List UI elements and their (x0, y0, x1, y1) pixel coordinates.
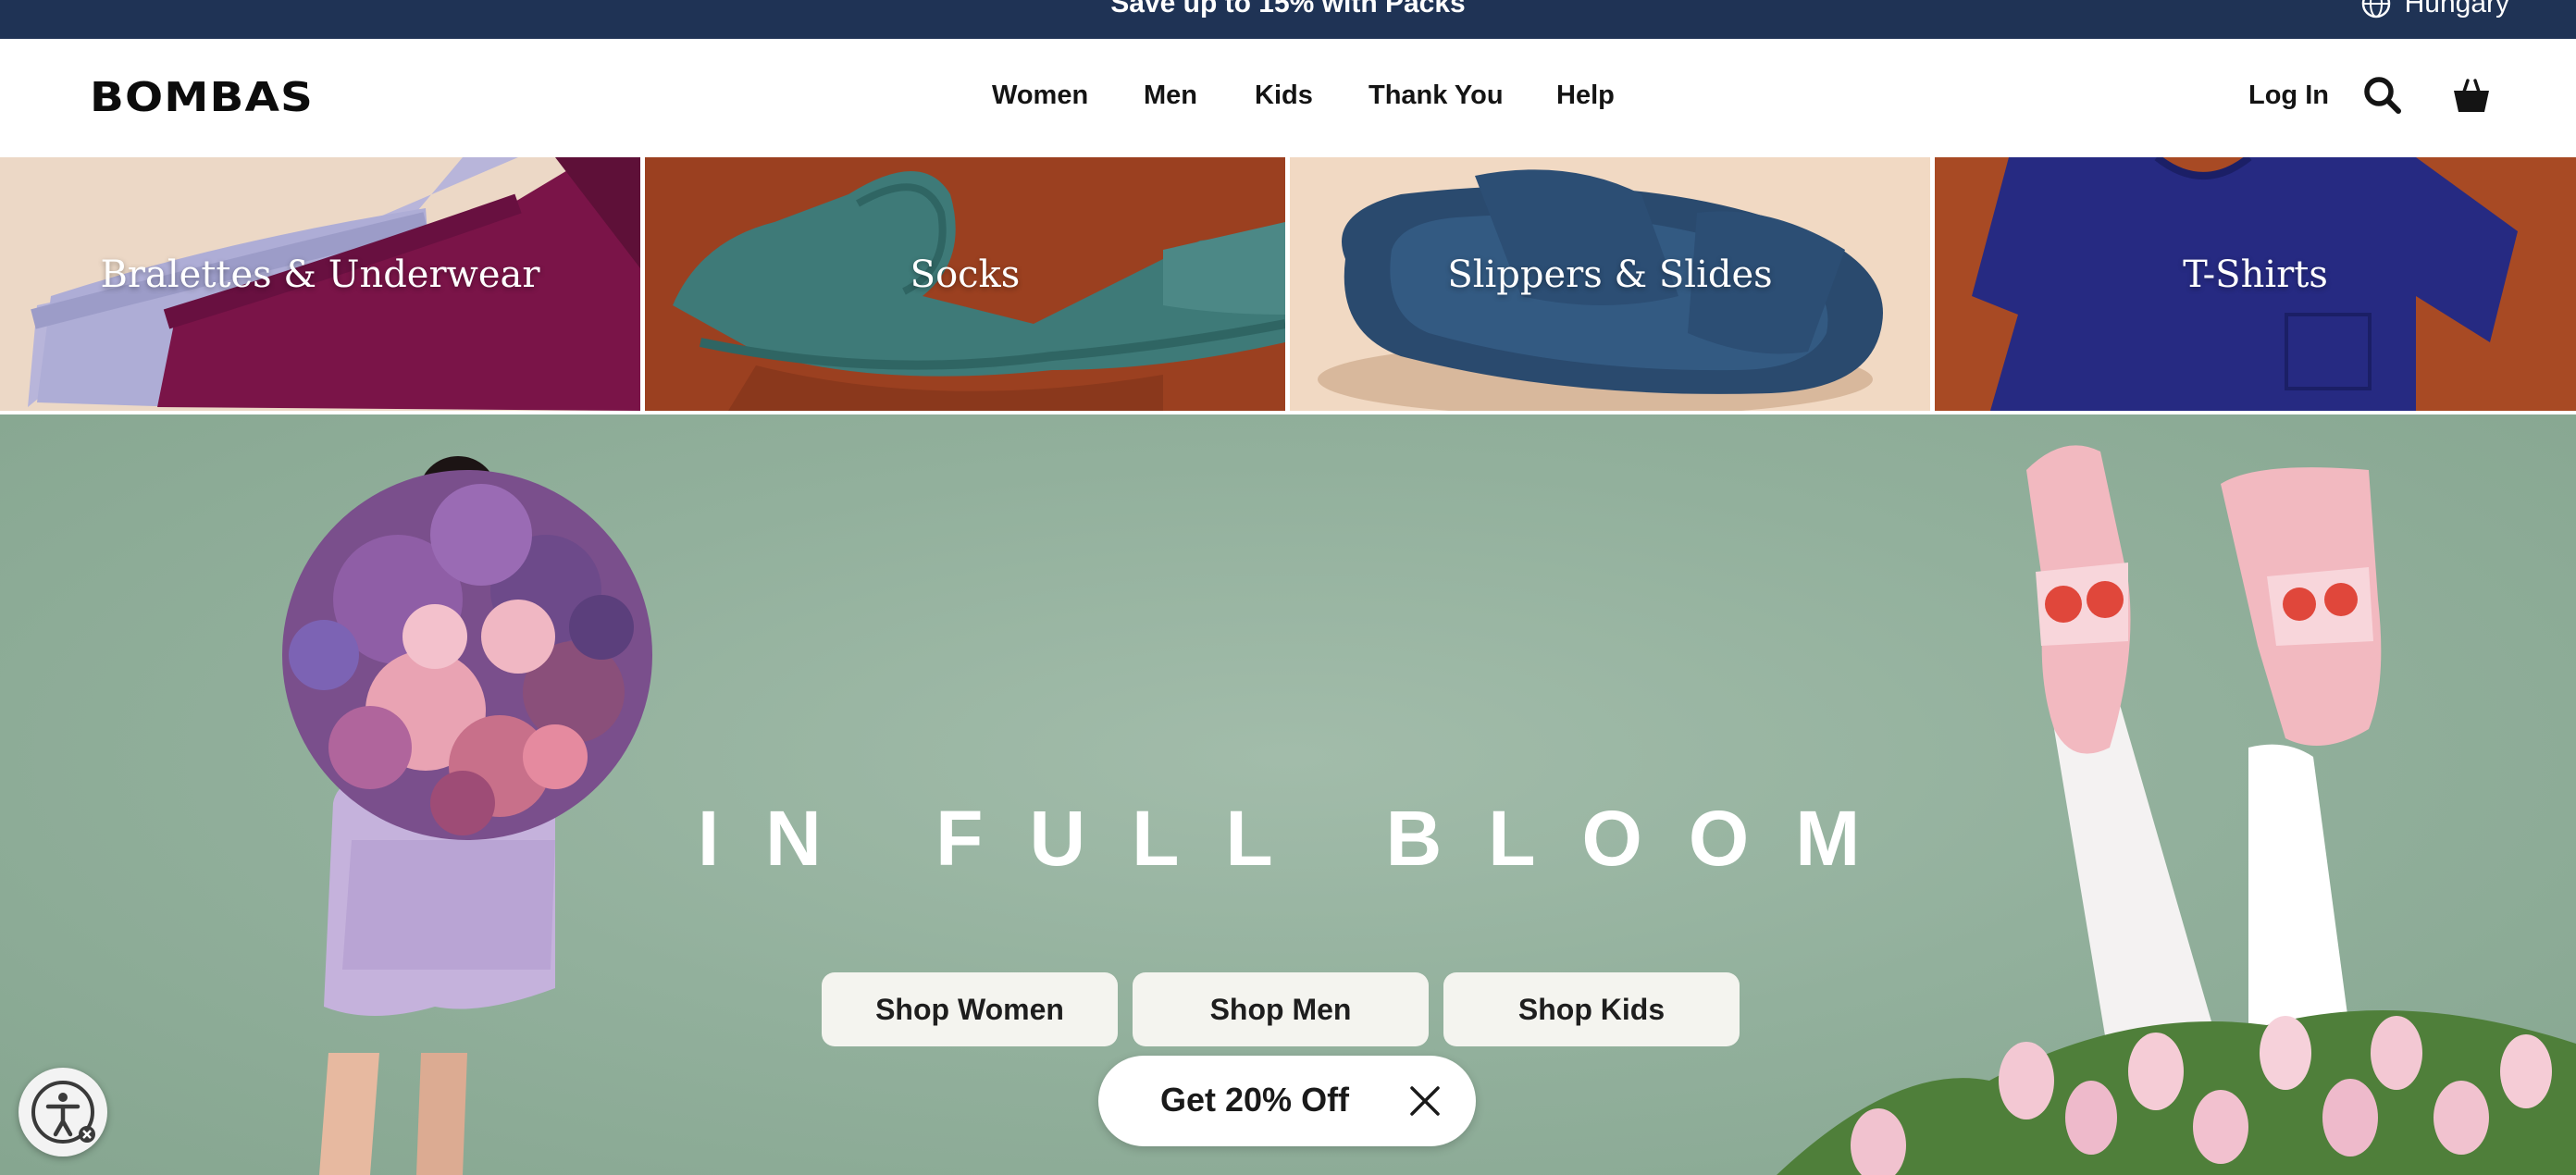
announcement-text[interactable]: Save up to 15% with Packs (0, 0, 2576, 22)
nav-help[interactable]: Help (1556, 80, 1615, 111)
bombas-logo[interactable]: BOMBAS (90, 74, 314, 121)
announcement-bar: Save up to 15% with Packs Hungary (0, 0, 2576, 39)
site-header: BOMBAS Women Men Kids Thank You Help Log… (0, 39, 2576, 157)
accessibility-widget-button[interactable] (19, 1068, 107, 1156)
nav-thank-you[interactable]: Thank You (1368, 80, 1504, 111)
category-tiles: Bralettes & Underwear Socks Slippers & S… (0, 157, 2576, 413)
discount-promo-pill[interactable]: Get 20% Off (1098, 1056, 1476, 1146)
hero-title: IN FULL BLOOM (697, 795, 1907, 882)
globe-icon (2361, 0, 2390, 19)
search-icon[interactable] (2361, 74, 2404, 117)
category-tile-tshirts[interactable]: T-Shirts (1935, 157, 2576, 411)
tulips-image (1777, 1010, 2576, 1175)
category-label: T-Shirts (2183, 254, 2328, 296)
nav-kids[interactable]: Kids (1255, 80, 1313, 111)
nav-men[interactable]: Men (1144, 80, 1197, 111)
close-icon[interactable] (1407, 1083, 1443, 1119)
category-tile-slippers[interactable]: Slippers & Slides (1290, 157, 1930, 411)
shop-women-button[interactable]: Shop Women (822, 972, 1118, 1046)
accessibility-icon (31, 1081, 95, 1144)
promo-label[interactable]: Get 20% Off (1160, 1081, 1349, 1119)
shop-men-button[interactable]: Shop Men (1133, 972, 1429, 1046)
region-label: Hungary (2404, 0, 2509, 19)
category-label: Socks (910, 254, 1021, 296)
category-tile-socks[interactable]: Socks (645, 157, 1285, 411)
category-label: Bralettes & Underwear (100, 254, 540, 296)
category-tile-underwear[interactable]: Bralettes & Underwear (0, 157, 640, 411)
login-link[interactable]: Log In (2248, 80, 2329, 111)
shop-kids-button[interactable]: Shop Kids (1443, 972, 1740, 1046)
nav-women[interactable]: Women (992, 80, 1088, 111)
cart-icon[interactable] (2450, 74, 2493, 117)
region-selector[interactable]: Hungary (2360, 0, 2509, 22)
category-label: Slippers & Slides (1447, 254, 1773, 296)
